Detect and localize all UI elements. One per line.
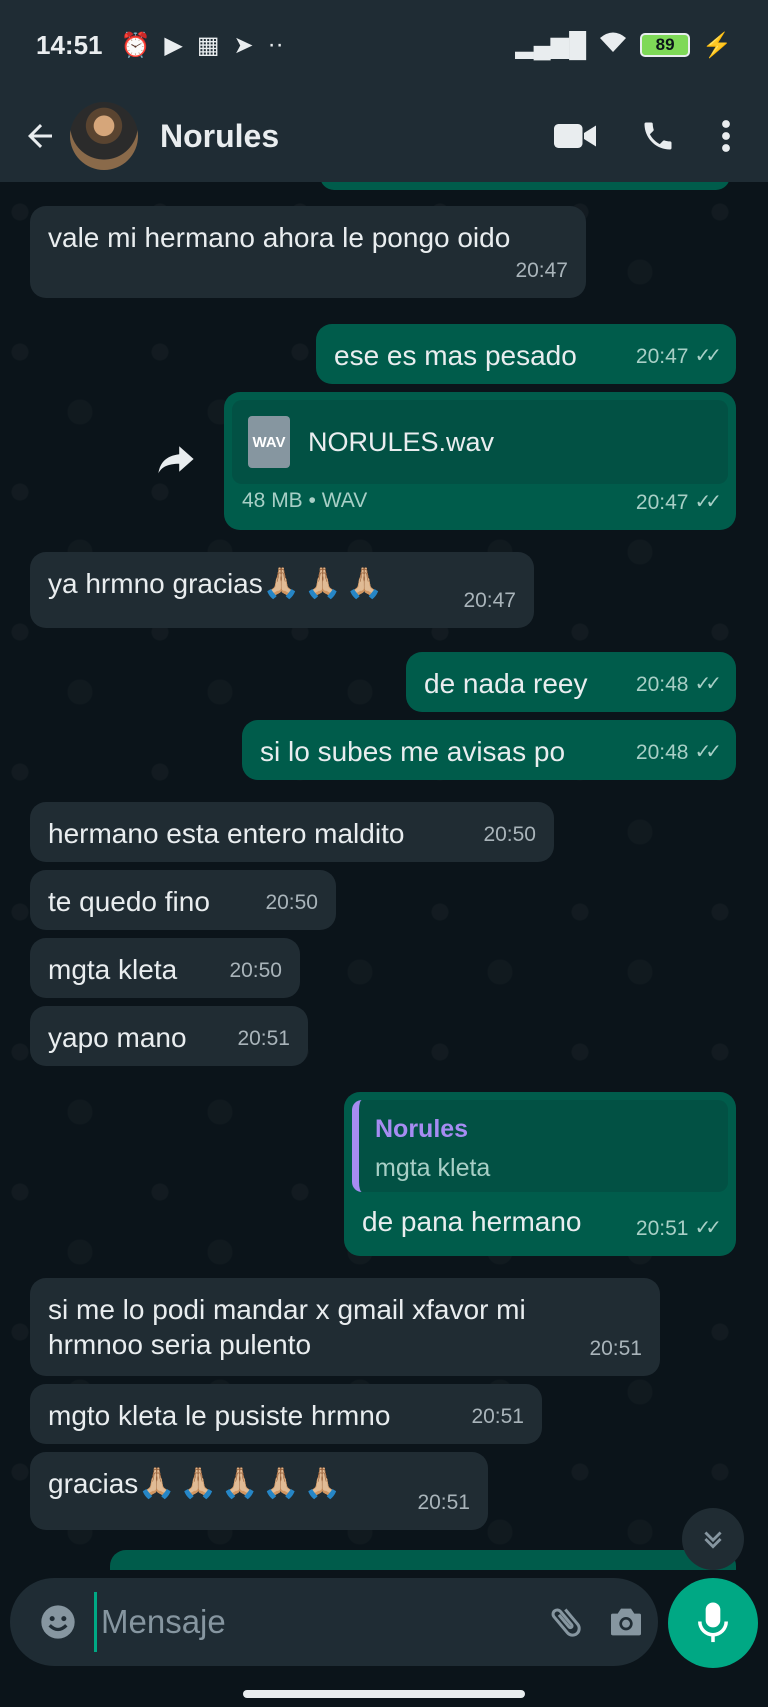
quoted-message[interactable]: Norules mgta kleta: [352, 1100, 728, 1192]
more-notifications-icon: ··: [267, 31, 284, 58]
video-call-icon[interactable]: [554, 121, 596, 151]
avatar[interactable]: [70, 102, 138, 170]
read-ticks-icon: ✓✓: [694, 1217, 721, 1239]
alarm-icon: ⏰: [120, 31, 151, 59]
message-text: de pana hermano: [362, 1206, 582, 1237]
message-bubble-partial: [110, 1550, 736, 1570]
chat-area[interactable]: vale mi hermano ahora le pongo oido 20:4…: [0, 182, 768, 1570]
message-input[interactable]: [94, 1592, 526, 1652]
read-ticks-icon: ✓✓: [694, 491, 721, 513]
reply-message-bubble[interactable]: Norules mgta kleta de pana hermano 20:51…: [344, 1092, 736, 1256]
file-name: NORULES.wav: [308, 426, 495, 457]
message-time: 20:48 ✓✓: [636, 735, 722, 770]
message-text: si lo subes me avisas po: [260, 736, 566, 767]
message-bubble[interactable]: yapo mano 20:51: [30, 1006, 308, 1066]
chat-header: Norules: [0, 90, 768, 182]
message-bubble[interactable]: mgta kleta 20:50: [30, 938, 300, 998]
pray-emoji: 🙏🏼🙏🏼🙏🏼🙏🏼🙏🏼: [138, 1467, 346, 1500]
message-bubble[interactable]: de nada reey 20:48 ✓✓: [406, 652, 736, 712]
file-message-bubble[interactable]: WAV NORULES.wav 48 MB • WAV 20:47 ✓✓: [224, 392, 736, 530]
message-time: 20:51: [589, 1337, 642, 1360]
message-text: si me lo podi mandar x gmail xfavor mi h…: [48, 1294, 526, 1360]
message-text: mgto kleta le pusiste hrmno: [48, 1400, 391, 1431]
chevron-down-icon[interactable]: [682, 1508, 744, 1570]
message-bubble[interactable]: si me lo podi mandar x gmail xfavor mi h…: [30, 1278, 660, 1376]
message-time: 20:51: [237, 1027, 290, 1050]
message-text: vale mi hermano ahora le pongo oido: [48, 222, 511, 253]
message-text: te quedo fino: [48, 886, 210, 917]
more-vert-icon[interactable]: [720, 118, 732, 154]
pray-emoji: 🙏🏼🙏🏼🙏🏼: [262, 567, 387, 600]
telegram-icon: ➤: [233, 31, 254, 59]
phone-icon[interactable]: [640, 118, 676, 154]
message-text: hermano esta entero maldito: [48, 818, 405, 849]
message-text: mgta kleta: [48, 954, 178, 985]
attach-icon[interactable]: [546, 1602, 586, 1642]
youtube-icon: ▶: [164, 31, 183, 59]
message-text: yapo mano: [48, 1022, 187, 1053]
contact-name[interactable]: Norules: [160, 118, 279, 155]
forward-icon[interactable]: [152, 435, 200, 483]
message-text: de nada reey: [424, 668, 588, 699]
message-bubble-partial: [320, 182, 730, 190]
mic-icon[interactable]: [668, 1578, 758, 1668]
message-time: 20:51: [471, 1405, 524, 1428]
message-bubble[interactable]: vale mi hermano ahora le pongo oido 20:4…: [30, 206, 586, 298]
file-meta: 48 MB • WAV: [242, 489, 368, 512]
back-arrow-icon[interactable]: [18, 114, 62, 158]
read-ticks-icon: ✓✓: [694, 345, 721, 367]
quote-text: mgta kleta: [375, 1154, 491, 1182]
message-bubble[interactable]: hermano esta entero maldito 20:50: [30, 802, 554, 862]
battery-icon: 89: [640, 33, 691, 57]
status-time: 14:51: [36, 29, 103, 60]
message-time: 20:51 ✓✓: [636, 1211, 722, 1246]
message-time: 20:51: [417, 1491, 470, 1514]
message-time: 20:48 ✓✓: [636, 667, 722, 702]
navigation-gesture-bar[interactable]: [243, 1690, 525, 1698]
message-time: 20:47 ✓✓: [636, 339, 722, 374]
message-bubble[interactable]: ese es mas pesado 20:47 ✓✓: [316, 324, 736, 384]
message-composer: [10, 1578, 658, 1666]
message-text: ya hrmno gracias: [48, 568, 263, 599]
read-ticks-icon: ✓✓: [694, 741, 721, 763]
message-text: ese es mas pesado: [334, 340, 577, 371]
quote-author: Norules: [375, 1115, 469, 1143]
message-bubble[interactable]: si lo subes me avisas po 20:48 ✓✓: [242, 720, 736, 780]
charging-icon: ⚡: [702, 31, 732, 59]
message-bubble[interactable]: gracias🙏🏼🙏🏼🙏🏼🙏🏼🙏🏼 20:51: [30, 1452, 488, 1530]
file-attachment[interactable]: WAV NORULES.wav: [232, 400, 728, 484]
message-bubble[interactable]: te quedo fino 20:50: [30, 870, 336, 930]
message-bubble[interactable]: ya hrmno gracias🙏🏼🙏🏼🙏🏼 20:47: [30, 552, 534, 628]
emoji-icon[interactable]: [38, 1602, 78, 1642]
message-time: 20:47 ✓✓: [636, 485, 722, 520]
message-text: gracias: [48, 1468, 139, 1499]
message-time: 20:50: [483, 823, 536, 846]
message-time: 20:50: [265, 891, 318, 914]
message-bubble[interactable]: mgto kleta le pusiste hrmno 20:51: [30, 1384, 542, 1444]
status-bar: 14:51 ⏰ ▶ ▦ ➤ ·· ▂▄▆█ 89 ⚡: [0, 0, 768, 90]
message-time: 20:50: [229, 959, 282, 982]
read-ticks-icon: ✓✓: [694, 673, 721, 695]
wav-file-icon: WAV: [248, 416, 290, 468]
wifi-icon: [598, 30, 628, 61]
message-time: 20:47: [463, 589, 516, 612]
signal-icon: ▂▄▆█: [515, 31, 587, 59]
message-time: 20:47: [515, 259, 568, 282]
camera-icon[interactable]: [606, 1602, 646, 1642]
calendar-icon: ▦: [196, 31, 220, 59]
